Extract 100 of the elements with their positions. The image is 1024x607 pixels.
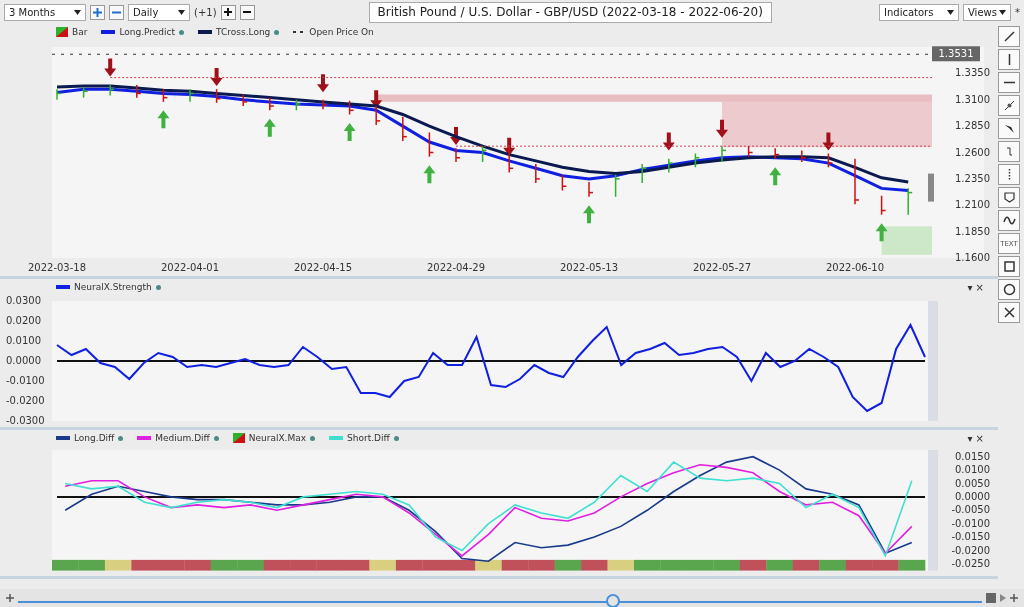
zoom-out-button[interactable] — [109, 4, 124, 20]
drawing-tool-button[interactable] — [998, 302, 1020, 323]
up-arrow-icon — [263, 118, 276, 137]
pane-controls[interactable]: ▾ × — [967, 281, 984, 293]
down-arrow-icon — [210, 68, 223, 87]
up-arrow-icon — [769, 167, 782, 186]
axis-tick-label: 0.0000 — [955, 490, 990, 502]
axis-tick-label: 2022-04-15 — [293, 262, 353, 273]
axis-tick-label: 1.3100 — [955, 93, 990, 105]
axis-tick-label: -0.0100 — [6, 375, 45, 386]
legend-label: Long.Predict — [119, 27, 176, 37]
close-icon — [1002, 306, 1016, 319]
legend-label: NeuralX.Strength — [74, 282, 152, 292]
axis-tick-label: 1.1600 — [955, 252, 990, 263]
offset-plus-button[interactable] — [220, 4, 236, 20]
callout-icon — [1002, 191, 1016, 204]
axis-tick-label: 0.0100 — [955, 464, 990, 476]
caret-icon — [178, 9, 185, 15]
down-arrow-icon — [450, 127, 462, 146]
price-label: 1.3531 — [932, 46, 980, 62]
plus-icon[interactable] — [6, 594, 14, 602]
axis-tick-label: 2022-05-13 — [559, 262, 619, 273]
drawing-tool-button[interactable] — [998, 95, 1020, 116]
axis-tick-label: 1.2100 — [955, 199, 990, 211]
up-arrow-icon — [343, 122, 356, 141]
axis-tick-label: -0.0050 — [951, 504, 990, 516]
down-arrow-icon — [317, 74, 329, 93]
drawing-tool-button[interactable] — [998, 49, 1020, 70]
wave-icon — [1002, 214, 1016, 227]
axis-tick-label: -0.0250 — [951, 557, 990, 569]
plus-icon — [93, 7, 102, 17]
legend-label: Medium.Diff — [155, 433, 210, 443]
axis-tick-label: 2022-06-10 — [825, 262, 885, 273]
status-dot-icon — [118, 435, 124, 441]
axis-tick-label: 0.0000 — [6, 355, 41, 366]
down-arrow-icon — [716, 119, 728, 138]
legend-label: Long.Diff — [74, 433, 115, 443]
down-arrow-icon — [104, 58, 117, 77]
axis-tick-label: -0.0200 — [6, 395, 45, 406]
scroll-handle[interactable] — [928, 173, 934, 202]
legend-label: Open Price On — [309, 27, 374, 37]
axis-tick-label: -0.0300 — [6, 415, 45, 426]
up-arrow-icon — [583, 205, 595, 224]
caret-icon — [947, 9, 954, 15]
status-dot-icon — [393, 435, 399, 441]
legend-label: TCross.Long — [216, 27, 271, 37]
axis-tick-label: 0.0100 — [6, 335, 41, 346]
drawing-tool-button[interactable] — [998, 187, 1020, 208]
legend-label: Short.Diff — [347, 433, 390, 443]
views-dropdown[interactable]: Views — [963, 3, 1011, 21]
axis-tick-label: 2022-04-01 — [160, 262, 220, 273]
drawing-tool-button[interactable] — [998, 279, 1020, 300]
axis-tick-label: 1.2850 — [955, 120, 990, 132]
interval-dropdown[interactable]: Daily — [128, 3, 190, 21]
legend-label: Bar — [72, 27, 88, 37]
axis-tick-label: 0.0200 — [6, 315, 41, 326]
status-dot-icon — [310, 435, 316, 441]
zoom-in-button[interactable] — [90, 4, 105, 20]
period-dropdown[interactable]: 3 Months — [4, 3, 86, 21]
down-arrow-icon — [503, 137, 516, 156]
axis-tick-label: -0.0150 — [951, 531, 990, 543]
legend-bar-icon — [232, 433, 245, 443]
drawing-tool-button[interactable] — [998, 256, 1020, 277]
play-icon[interactable] — [1000, 594, 1006, 602]
offset-minus-button[interactable] — [239, 4, 255, 20]
axis-tick-label: 2022-04-29 — [426, 262, 486, 273]
indicators-dropdown[interactable]: Indicators — [879, 3, 959, 21]
axis-tick-label: 1.1850 — [955, 225, 990, 237]
axis-tick-label: 2022-03-18 — [27, 262, 87, 273]
axis-tick-label: -0.0200 — [951, 544, 990, 556]
drawing-tool-button[interactable] — [998, 72, 1020, 93]
ray-icon — [1002, 99, 1016, 112]
status-dot-icon — [274, 29, 280, 35]
caret-icon — [74, 9, 81, 15]
square-icon — [1002, 260, 1016, 273]
minus-icon — [243, 8, 252, 16]
plus-icon — [224, 8, 233, 16]
diagonal-line-icon — [1002, 30, 1016, 43]
scroll-thumb[interactable] — [606, 594, 620, 607]
up-arrow-icon — [157, 110, 170, 129]
caret-icon — [999, 9, 1006, 15]
chart-title: British Pound / U.S. Dollar - GBP/USD (2022-03-18 - 2022-06-20) — [368, 1, 772, 23]
axis-tick-label: 0.0300 — [6, 295, 41, 306]
offset-label: (+1) — [194, 6, 217, 18]
axis-tick-label: 0.0150 — [955, 450, 990, 462]
support-zone — [881, 226, 932, 255]
axis-tick-label: 1.2350 — [955, 172, 990, 184]
legend-label: NeuralX.Max — [248, 433, 307, 443]
axis-tick-label: 2022-05-27 — [692, 262, 752, 273]
axis-tick-label: -0.0100 — [951, 517, 990, 529]
status-dot-icon — [213, 435, 219, 441]
plus-icon[interactable] — [1010, 594, 1018, 602]
legend-dashes-icon — [293, 30, 306, 34]
drawing-tool-button[interactable] — [998, 210, 1020, 231]
down-arrow-icon — [822, 132, 835, 151]
down-arrow-icon — [662, 132, 675, 151]
legend-bar-icon — [56, 27, 68, 37]
pane-controls[interactable]: ▾ × — [967, 432, 984, 444]
modified-mark: * — [1015, 6, 1020, 18]
axis-tick-label: 0.0050 — [955, 477, 990, 489]
